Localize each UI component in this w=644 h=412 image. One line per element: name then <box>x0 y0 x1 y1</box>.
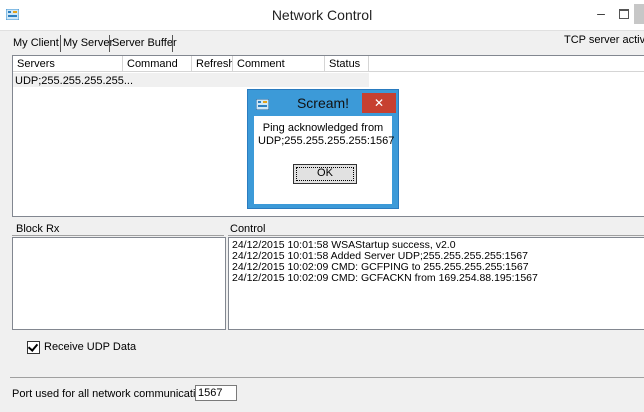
minimize-button[interactable]: – <box>590 4 612 24</box>
column-header-command[interactable]: Command <box>123 56 192 72</box>
port-label: Port used for all network communications… <box>12 388 217 400</box>
maximize-icon <box>619 9 629 19</box>
dialog-title-bar[interactable]: Scream! ✕ <box>248 90 398 116</box>
receive-udp-label[interactable]: Receive UDP Data <box>44 340 136 354</box>
server-cell[interactable]: UDP;255.255.255.255... <box>15 74 133 88</box>
dialog-close-button[interactable]: ✕ <box>362 93 396 113</box>
column-header-status[interactable]: Status <box>325 56 369 72</box>
tab-my-server[interactable]: My Server <box>60 35 116 52</box>
column-header-filler <box>369 56 644 72</box>
column-header-servers[interactable]: Servers <box>13 56 123 72</box>
log-line: 24/12/2015 10:02:09 CMD: GCFACKN from 16… <box>232 272 538 284</box>
control-log[interactable]: 24/12/2015 10:01:58 WSAStartup success, … <box>228 237 644 330</box>
tab-my-client[interactable]: My Client <box>10 35 62 52</box>
divider <box>12 235 224 236</box>
block-rx-label: Block Rx <box>16 223 60 235</box>
checkmark-icon <box>27 341 39 352</box>
scream-dialog: Scream! ✕ Ping acknowledged from UDP;255… <box>247 89 399 209</box>
column-header-comment[interactable]: Comment <box>233 56 325 72</box>
port-input[interactable] <box>195 385 237 401</box>
ok-button[interactable]: OK <box>293 164 357 184</box>
dialog-body: Ping acknowledged from UDP;255.255.255.2… <box>254 116 395 204</box>
title-bar: Network Control – ✕ <box>0 0 644 31</box>
tcp-status-text: TCP server active <box>564 34 644 46</box>
focus-rect <box>296 167 354 181</box>
divider <box>10 377 644 378</box>
maximize-button[interactable] <box>612 4 634 24</box>
window-title: Network Control <box>271 7 373 23</box>
dialog-message: Ping acknowledged from <box>262 122 384 134</box>
receive-udp-checkbox[interactable] <box>27 341 40 354</box>
tab-server-buffer[interactable]: Server Buffer <box>109 35 180 52</box>
dialog-message: UDP;255.255.255.255:1567 <box>258 135 395 147</box>
column-header-refresh[interactable]: Refresh <box>192 56 233 72</box>
block-rx-log[interactable] <box>12 237 226 330</box>
control-label: Control <box>230 223 266 235</box>
close-button[interactable]: ✕ <box>634 4 644 24</box>
divider <box>228 235 644 236</box>
tab-divider <box>172 35 173 52</box>
